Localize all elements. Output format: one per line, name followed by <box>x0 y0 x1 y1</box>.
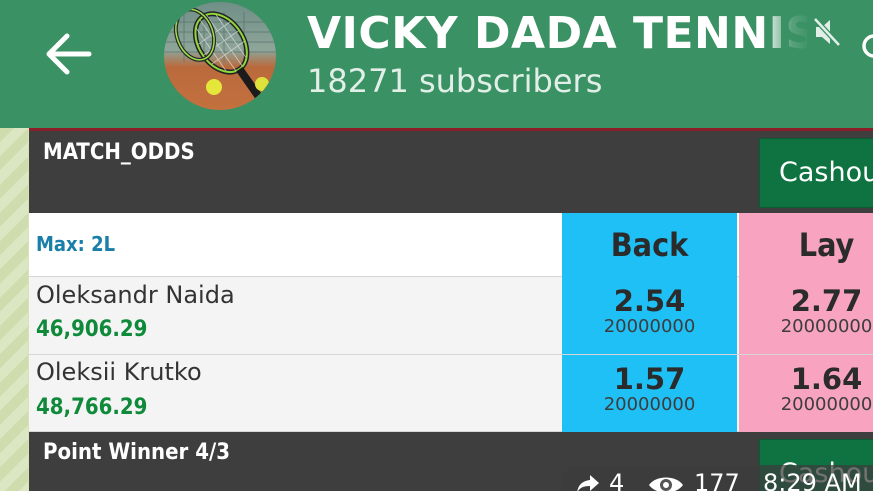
back-odd: 1.57 <box>613 362 686 396</box>
market-title: MATCH_ODDS <box>43 140 195 165</box>
subscriber-count: 18271 subscribers <box>307 62 603 100</box>
back-column-header: Back <box>562 213 737 277</box>
lay-odds-cell[interactable]: 2.77 20000000 <box>739 277 873 354</box>
eye-icon <box>649 477 683 491</box>
market-title: Point Winner 4/3 <box>43 440 230 465</box>
back-odd: 2.54 <box>613 284 686 318</box>
back-button[interactable] <box>38 24 98 84</box>
title-fade <box>762 6 812 62</box>
runner-row: Oleksii Krutko 48,766.29 1.57 20000000 1… <box>29 355 873 432</box>
message-meta: 4 177 8:29 AM <box>561 465 873 491</box>
lay-label: Lay <box>798 226 855 264</box>
market-section-header: MATCH_ODDS Cashout <box>29 131 873 213</box>
forward-icon <box>577 475 599 491</box>
arrow-left-icon <box>46 33 92 75</box>
channel-avatar[interactable] <box>164 2 276 110</box>
back-label: Back <box>610 226 689 264</box>
view-count: 177 <box>694 469 740 491</box>
message-image[interactable]: MATCH_ODDS Cashout Max: 2L Back Lay Olek… <box>29 128 873 491</box>
back-volume: 20000000 <box>603 394 696 415</box>
lay-column-header: Lay <box>739 213 873 277</box>
back-odds-cell[interactable]: 2.54 20000000 <box>562 277 737 354</box>
search-button[interactable] <box>856 32 873 64</box>
lay-odd: 2.77 <box>790 284 863 318</box>
lay-odds-cell[interactable]: 1.64 20000000 <box>739 355 873 432</box>
runner-row: Oleksandr Naida 46,906.29 2.54 20000000 … <box>29 277 873 355</box>
lay-volume: 20000000 <box>780 316 873 337</box>
forward-count: 4 <box>609 469 625 491</box>
tennis-racket-image <box>164 2 276 110</box>
channel-header: VICKY DADA TENNIS K 18271 subscribers <box>0 0 873 128</box>
cashout-button[interactable]: Cashout <box>759 138 873 208</box>
max-stake-label: Max: 2L <box>36 232 116 256</box>
back-volume: 20000000 <box>603 316 696 337</box>
runner-name: Oleksandr Naida <box>36 281 235 309</box>
channel-title: VICKY DADA TENNIS K <box>307 8 807 59</box>
search-icon <box>862 34 873 58</box>
lay-volume: 20000000 <box>780 394 873 415</box>
muted-speaker-icon <box>813 17 841 47</box>
runner-profit: 48,766.29 <box>36 395 148 420</box>
message-time: 8:29 AM <box>763 469 862 491</box>
odds-header-row: Max: 2L Back Lay <box>29 213 873 277</box>
lay-odd: 1.64 <box>790 362 863 396</box>
runner-name: Oleksii Krutko <box>36 358 202 386</box>
runner-profit: 46,906.29 <box>36 317 148 342</box>
back-odds-cell[interactable]: 1.57 20000000 <box>562 355 737 432</box>
